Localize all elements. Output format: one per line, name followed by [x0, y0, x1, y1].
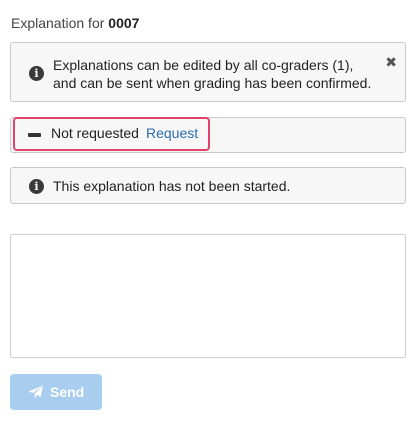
request-status-label: Not requested: [51, 125, 139, 141]
progress-notice-text: This explanation has not been started.: [53, 178, 291, 194]
progress-notice: i This explanation has not been started.: [10, 167, 406, 204]
info-icon: i: [29, 179, 44, 194]
send-button[interactable]: Send: [10, 374, 102, 410]
page-title-prefix: Explanation for: [11, 15, 105, 31]
submission-id: 0007: [108, 15, 140, 31]
dash-icon: [28, 133, 41, 137]
page-title: Explanation for 0007: [11, 15, 139, 31]
send-button-label: Send: [50, 384, 85, 400]
paper-plane-icon: [28, 385, 43, 399]
info-icon: i: [29, 66, 44, 81]
close-icon[interactable]: ✖: [385, 55, 397, 69]
explanation-editor[interactable]: [10, 234, 406, 358]
request-link[interactable]: Request: [146, 124, 198, 142]
edit-permission-text: Explanations can be edited by all co-gra…: [53, 57, 372, 91]
edit-permission-notice: i Explanations can be edited by all co-g…: [10, 42, 406, 102]
